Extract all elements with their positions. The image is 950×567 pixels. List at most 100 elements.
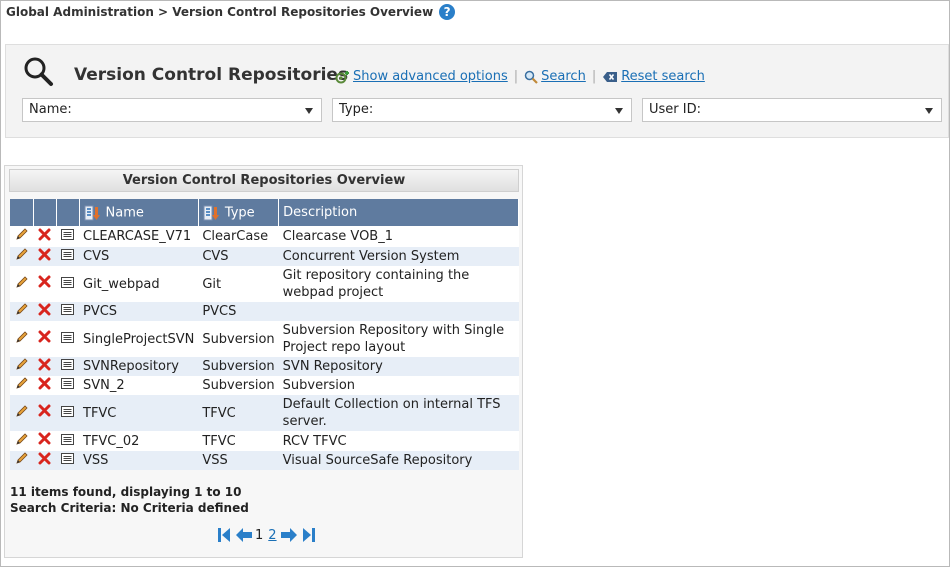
delete-x-icon[interactable] xyxy=(38,228,51,241)
name-cell[interactable]: CLEARCASE_V71 xyxy=(79,226,199,247)
delete-cell xyxy=(33,431,56,451)
search-link[interactable]: Search xyxy=(524,69,586,84)
next-page-icon[interactable] xyxy=(280,527,298,543)
edit-pencil-icon[interactable] xyxy=(15,247,29,261)
details-list-icon[interactable] xyxy=(61,359,74,370)
details-cell xyxy=(56,451,79,470)
type-cell: Git xyxy=(198,266,279,302)
edit-pencil-icon[interactable] xyxy=(15,330,29,344)
table-row: CVS CVS Concurrent Version System xyxy=(10,247,519,266)
edit-pencil-icon[interactable] xyxy=(15,357,29,371)
description-cell xyxy=(278,302,519,321)
details-cell xyxy=(56,302,79,321)
sort-icon xyxy=(203,205,219,220)
delete-x-icon[interactable] xyxy=(38,275,51,288)
details-list-icon[interactable] xyxy=(61,276,74,288)
details-list-icon[interactable] xyxy=(61,331,74,343)
description-cell: Git repository containing the webpad pro… xyxy=(278,266,519,302)
delete-cell xyxy=(33,302,56,321)
edit-pencil-icon[interactable] xyxy=(15,432,29,446)
table-header-row: Name Type Description xyxy=(10,199,519,226)
name-cell[interactable]: Git_webpad xyxy=(79,266,199,302)
edit-cell xyxy=(10,321,33,357)
show-advanced-options-link[interactable]: Show advanced options xyxy=(334,69,508,84)
delete-x-icon[interactable] xyxy=(38,248,51,261)
edit-pencil-icon[interactable] xyxy=(15,302,29,316)
name-cell[interactable]: TFVC xyxy=(79,395,199,431)
name-cell[interactable]: TFVC_02 xyxy=(79,431,199,451)
delete-cell xyxy=(33,266,56,302)
edit-pencil-icon[interactable] xyxy=(15,451,29,465)
name-cell[interactable]: SVN_2 xyxy=(79,376,199,395)
link-separator: | xyxy=(591,69,597,84)
delete-x-icon[interactable] xyxy=(38,377,51,390)
description-cell: Concurrent Version System xyxy=(278,247,519,266)
delete-x-icon[interactable] xyxy=(38,303,51,316)
edit-pencil-icon[interactable] xyxy=(15,227,29,241)
details-cell xyxy=(56,395,79,431)
name-cell[interactable]: PVCS xyxy=(79,302,199,321)
table-body: CLEARCASE_V71 ClearCase Clearcase VOB_1 CVS… xyxy=(10,226,519,470)
description-cell: Default Collection on internal TFS serve… xyxy=(278,395,519,431)
delete-x-icon[interactable] xyxy=(38,452,51,465)
edit-pencil-icon[interactable] xyxy=(15,404,29,418)
help-icon[interactable]: ? xyxy=(439,4,456,20)
name-cell[interactable]: SVNRepository xyxy=(79,357,199,376)
details-list-icon[interactable] xyxy=(61,304,74,315)
details-cell xyxy=(56,357,79,376)
link-separator: | xyxy=(513,69,519,84)
type-cell: ClearCase xyxy=(198,226,279,247)
details-list-icon[interactable] xyxy=(61,405,74,417)
details-cell xyxy=(56,266,79,302)
previous-page-icon[interactable] xyxy=(235,527,253,543)
details-list-icon[interactable] xyxy=(61,229,74,240)
delete-cell xyxy=(33,376,56,395)
name-cell[interactable]: SingleProjectSVN xyxy=(79,321,199,357)
delete-x-icon[interactable] xyxy=(38,330,51,343)
type-cell: VSS xyxy=(198,451,279,470)
edit-cell xyxy=(10,431,33,451)
edit-cell xyxy=(10,376,33,395)
items-summary: 11 items found, displaying 1 to 10 xyxy=(10,485,242,499)
first-page-icon[interactable] xyxy=(217,527,231,543)
breadcrumb-text: Global Administration > Version Control … xyxy=(6,5,434,19)
user-id-filter-select[interactable]: User ID: xyxy=(642,98,942,122)
type-filter-select[interactable]: Type: xyxy=(332,98,632,122)
name-cell[interactable]: CVS xyxy=(79,247,199,266)
name-column-header[interactable]: Name xyxy=(79,199,199,226)
details-column-header xyxy=(56,199,80,226)
name-filter-select[interactable]: Name: xyxy=(22,98,322,122)
delete-column-header xyxy=(33,199,57,226)
search-icon xyxy=(524,70,538,84)
name-cell[interactable]: VSS xyxy=(79,451,199,470)
delete-x-icon[interactable] xyxy=(38,432,51,445)
delete-x-icon[interactable] xyxy=(38,404,51,417)
table-row: TFVC TFVC Default Collection on internal T… xyxy=(10,395,519,431)
description-cell: Visual SourceSafe Repository xyxy=(278,451,519,470)
type-column-header[interactable]: Type xyxy=(198,199,280,226)
edit-cell xyxy=(10,357,33,376)
edit-pencil-icon[interactable] xyxy=(15,275,29,289)
page-2-link[interactable]: 2 xyxy=(268,528,276,543)
type-cell: PVCS xyxy=(198,302,279,321)
details-list-icon[interactable] xyxy=(61,433,74,445)
advanced-options-icon xyxy=(335,70,349,83)
chevron-down-icon xyxy=(305,108,313,114)
delete-cell xyxy=(33,321,56,357)
details-cell xyxy=(56,431,79,451)
edit-cell xyxy=(10,226,33,247)
details-list-icon[interactable] xyxy=(61,249,74,260)
table-row: TFVC_02 TFVC RCV TFVC xyxy=(10,431,519,451)
details-list-icon[interactable] xyxy=(61,378,74,389)
grid-title: Version Control Repositories Overview xyxy=(9,169,519,192)
edit-pencil-icon[interactable] xyxy=(15,376,29,390)
table-row: SingleProjectSVN Subversion Subversion Rep… xyxy=(10,321,519,357)
edit-cell xyxy=(10,266,33,302)
details-list-icon[interactable] xyxy=(61,453,74,464)
name-column-label: Name xyxy=(105,205,144,220)
last-page-icon[interactable] xyxy=(302,527,316,543)
delete-x-icon[interactable] xyxy=(38,358,51,371)
user-id-filter-label: User ID: xyxy=(649,102,701,117)
reset-search-link[interactable]: Reset search xyxy=(602,69,705,84)
details-cell xyxy=(56,321,79,357)
